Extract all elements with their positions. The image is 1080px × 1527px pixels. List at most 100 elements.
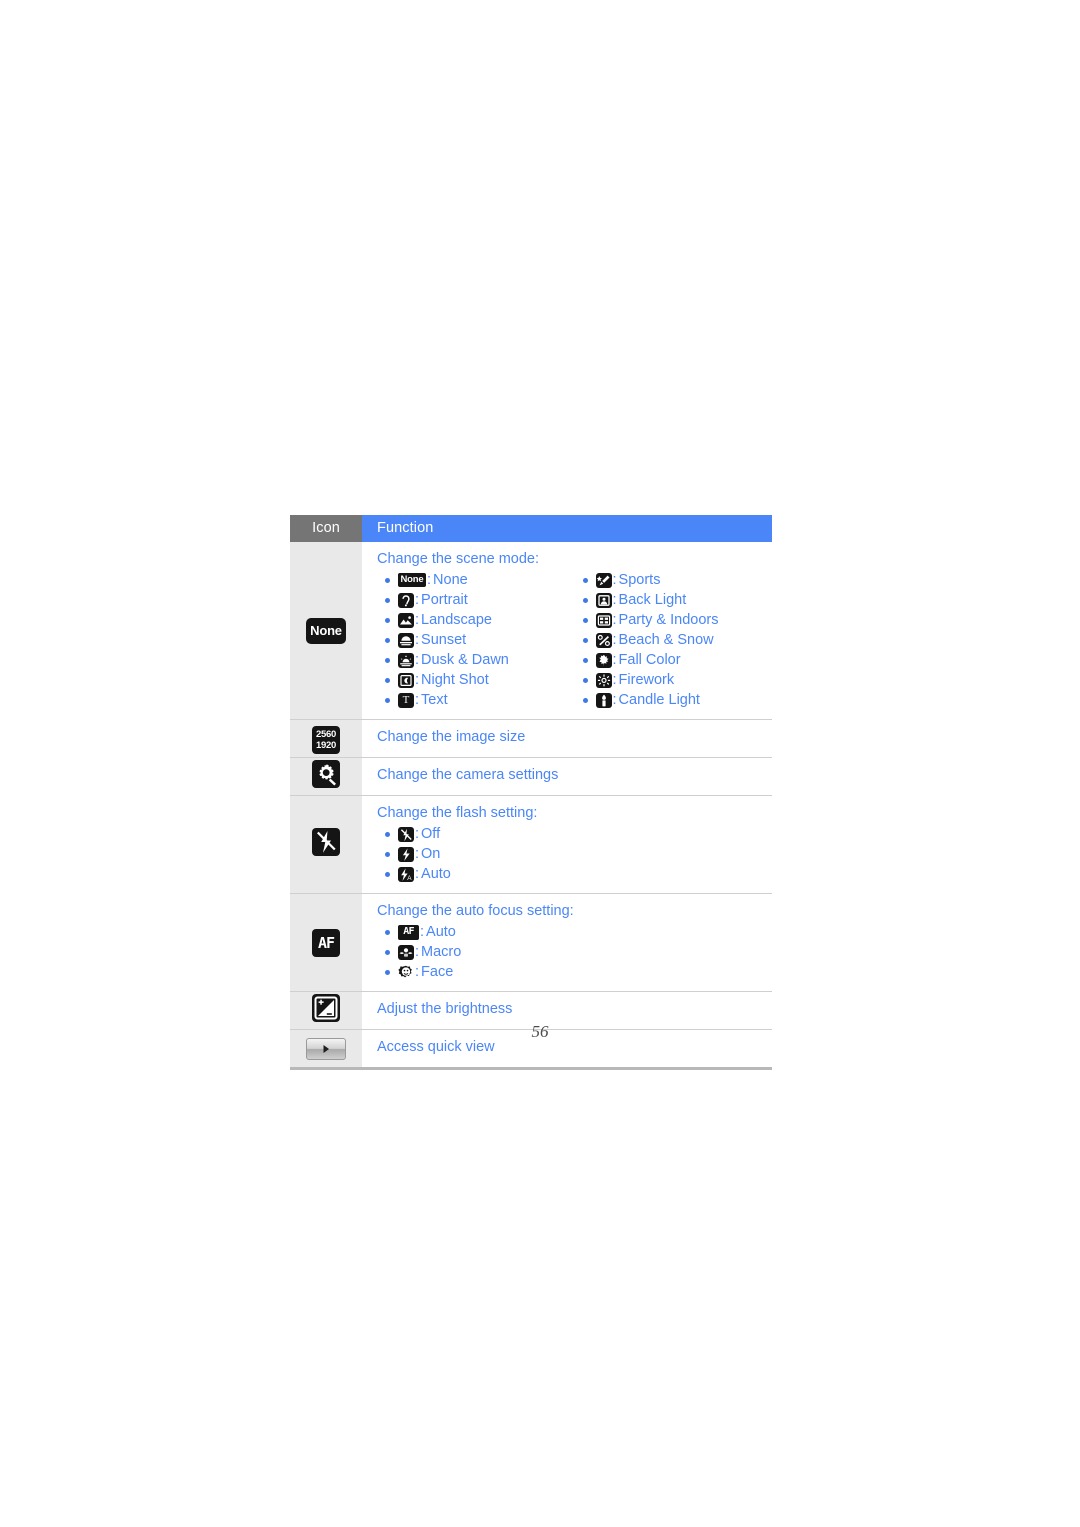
scene-landscape-icon: [398, 612, 414, 628]
table-row: 2560 1920 Change the image size: [290, 719, 772, 758]
table-header-row: Icon Function: [290, 515, 772, 542]
table-row: Change the flash setting: : Off: On A:…: [290, 795, 772, 894]
row-heading: Change the flash setting:: [377, 805, 538, 821]
bullet-icon: [582, 677, 588, 683]
bullet-icon: [385, 831, 390, 837]
list-item-label: Firework: [618, 672, 675, 688]
auto-focus-icon-text: AF: [317, 933, 335, 952]
separator-colon: :: [415, 672, 420, 688]
svg-text:A: A: [407, 875, 412, 882]
bullet-icon: [385, 677, 390, 683]
scene-firework-icon: [595, 672, 612, 688]
camera-settings-icon: [312, 760, 340, 788]
separator-colon: :: [415, 826, 420, 842]
separator-colon: :: [415, 612, 420, 628]
separator-colon: :: [415, 632, 420, 648]
list-item-label: Portrait: [421, 592, 468, 608]
bullet-icon: [385, 637, 390, 643]
bullet-icon: [385, 851, 390, 857]
scene-mode-options: None : None : Portrait: Landscape: Sun…: [377, 570, 772, 710]
list-item: : Candle Light: [582, 690, 773, 710]
list-item-label: Night Shot: [421, 672, 489, 688]
list-item-label: Party & Indoors: [618, 612, 719, 628]
separator-colon: :: [612, 592, 617, 608]
list-item: : Portrait: [385, 590, 575, 610]
separator-colon: :: [415, 846, 420, 862]
list-item: : On: [385, 844, 772, 864]
bullet-icon: [385, 617, 390, 623]
row-heading: Change the auto focus setting:: [377, 903, 574, 919]
image-size-icon: 2560 1920: [312, 725, 340, 754]
scene-mode-none-icon: None: [306, 617, 346, 644]
row-heading: Adjust the brightness: [377, 1001, 513, 1017]
list-item-label: Candle Light: [618, 692, 700, 708]
separator-colon: :: [420, 924, 425, 940]
bullet-icon: [582, 577, 588, 583]
list-item-label: Text: [421, 692, 448, 708]
page-number: 56: [531, 1022, 549, 1041]
list-item-label: Face: [421, 964, 454, 980]
row-function-cell-auto-focus: Change the auto focus setting: AF : Auto: [362, 893, 772, 992]
scene-dusk-dawn-icon: [398, 652, 414, 668]
scene-none-icon-text: None: [400, 574, 424, 585]
scene-night-shot-icon: [398, 672, 414, 688]
list-item: : Face: [385, 962, 772, 982]
separator-colon: :: [415, 866, 420, 882]
bullet-icon: [582, 697, 588, 703]
row-function-cell-scene-mode: Change the scene mode: None : None: Por…: [362, 542, 772, 720]
column-header-function: Function: [362, 515, 772, 542]
list-item: : Off: [385, 824, 772, 844]
separator-colon: :: [415, 652, 420, 668]
list-item: : Fall Color: [582, 650, 773, 670]
scene-back-light-icon: [595, 592, 612, 608]
flash-off-icon: [398, 826, 414, 842]
separator-colon: :: [415, 692, 420, 708]
focus-auto-icon-text: AF: [403, 926, 414, 937]
list-item: : Back Light: [582, 590, 773, 610]
table-row: None Change the scene mode: None : None: [290, 542, 772, 720]
focus-auto-icon: AF: [398, 924, 419, 940]
table-row: AF Change the auto focus setting: AF : A…: [290, 893, 772, 992]
bullet-icon: [385, 871, 390, 877]
separator-colon: :: [415, 592, 420, 608]
scene-fall-color-icon: [595, 652, 612, 668]
scene-party-indoors-icon: [595, 612, 612, 628]
separator-colon: :: [612, 672, 617, 688]
row-heading: Change the camera settings: [377, 767, 559, 783]
auto-focus-icon: AF: [312, 928, 340, 957]
row-function-cell-camera-settings: Change the camera settings: [362, 757, 772, 796]
bullet-icon: [385, 657, 390, 663]
scene-sports-icon: [595, 572, 612, 588]
row-icon-cell-flash: [290, 795, 362, 894]
list-item: : Night Shot: [385, 670, 575, 690]
bullet-icon: [385, 577, 390, 583]
scene-mode-none-icon-text: None: [310, 623, 342, 638]
bullet-icon: [582, 637, 588, 643]
table-row: Change the camera settings: [290, 757, 772, 796]
list-item-label: Dusk & Dawn: [421, 652, 509, 668]
list-item-label: Sports: [618, 572, 661, 588]
separator-colon: :: [612, 612, 617, 628]
document-page: Icon Function None Change the scene mode…: [0, 0, 1080, 1527]
bullet-icon: [582, 597, 588, 603]
separator-colon: :: [612, 632, 617, 648]
scene-sunset-icon: [398, 632, 414, 648]
list-item: None : None: [385, 570, 575, 590]
row-function-cell-flash: Change the flash setting: : Off: On A:…: [362, 795, 772, 894]
flash-options: : Off : On A: Auto: [377, 824, 772, 884]
list-item-label: Landscape: [421, 612, 492, 628]
list-item: : Firework: [582, 670, 773, 690]
separator-colon: :: [612, 692, 617, 708]
bullet-icon: [582, 657, 588, 663]
list-item: : Beach & Snow: [582, 630, 773, 650]
scene-mode-options-right: : Sports : Back Light: Party & Indoors …: [575, 570, 773, 710]
focus-face-icon: [398, 965, 414, 980]
row-icon-cell-auto-focus: AF: [290, 893, 362, 992]
bullet-icon: [385, 969, 390, 975]
bullet-icon: [385, 597, 390, 603]
list-item: T : Text: [385, 690, 575, 710]
flash-setting-icon: [312, 828, 340, 856]
scene-text-icon: T: [398, 692, 414, 708]
focus-macro-icon: [398, 944, 414, 960]
auto-focus-options: AF : Auto : Macro: Face: [377, 922, 772, 982]
